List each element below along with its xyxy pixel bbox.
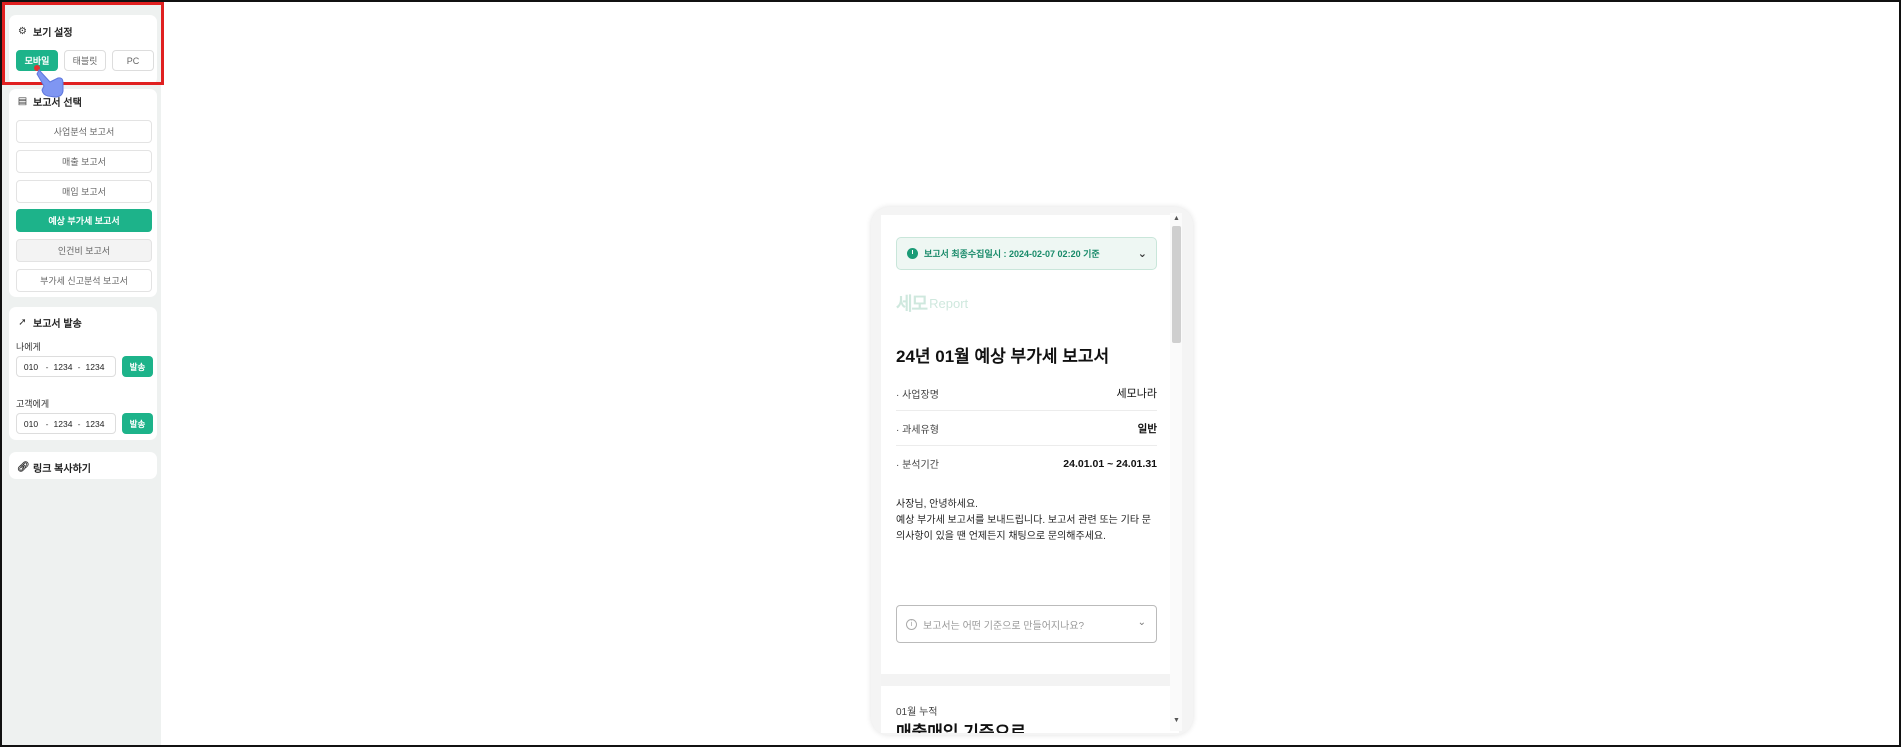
send-to-me-button[interactable]: 발송 — [122, 356, 153, 377]
phone-prefix[interactable]: 010 — [20, 362, 42, 372]
report-item-sales[interactable]: 매출 보고서 — [16, 150, 152, 173]
faq-accordion[interactable]: i 보고서는 어떤 기준으로 만들어지나요? ⌄ — [896, 605, 1157, 643]
report-title: 24년 01월 예상 부가세 보고서 — [896, 347, 1110, 366]
info-row-business-name: · 사업장명 세모나라 — [896, 376, 1157, 411]
link-copy-label: 링크 복사하기 — [33, 464, 91, 475]
scroll-thumb[interactable] — [1172, 226, 1181, 343]
report-item-labor[interactable]: 인건비 보고서 — [16, 239, 152, 262]
last-collected-banner[interactable]: 보고서 최종수집일시 : 2024-02-07 02:20 기준 ⌄ — [896, 237, 1157, 270]
send-to-customer-label: 고객에게 — [16, 399, 50, 409]
chevron-down-icon: ⌄ — [1137, 617, 1146, 628]
sidebar: ⚙ 보기 설정 모바일 태블릿 PC ▤ 보고서 선택 사업분석 보고서 매출 … — [2, 2, 161, 745]
customer-phone-input[interactable]: 010 - 1234 - 1234 — [16, 413, 116, 434]
report-item-vat-forecast[interactable]: 예상 부가세 보고서 — [16, 209, 152, 232]
report-item-purchase[interactable]: 매입 보고서 — [16, 180, 152, 203]
section-divider — [881, 674, 1179, 686]
phone-last[interactable]: 1234 — [84, 362, 106, 372]
link-copy-button[interactable]: 🔗︎ 링크 복사하기 — [9, 452, 157, 479]
phone-prefix[interactable]: 010 — [20, 419, 42, 429]
phone-middle[interactable]: 1234 — [52, 419, 74, 429]
report-item-business[interactable]: 사업분석 보고서 — [16, 120, 152, 143]
section-subtitle: 01월 누적 — [896, 707, 938, 718]
phone-middle[interactable]: 1234 — [52, 362, 74, 372]
clock-icon — [907, 248, 918, 259]
my-phone-input[interactable]: 010 - 1234 - 1234 — [16, 356, 116, 377]
section-title: 매출매입 기준으로 — [896, 723, 1026, 733]
report-logo: 세모 Report — [896, 294, 969, 314]
send-to-me-label: 나에게 — [16, 342, 41, 352]
link-icon: 🔗︎ — [17, 462, 30, 473]
chevron-down-icon: ⌄ — [1137, 248, 1147, 260]
greeting-text: 사장님, 안녕하세요. 예상 부가세 보고서를 보내드립니다. 보고서 관련 또… — [896, 499, 1152, 542]
scroll-up-arrow[interactable]: ▲ — [1172, 215, 1181, 223]
report-item-vat-filing[interactable]: 부가세 신고분석 보고서 — [16, 269, 152, 292]
info-row-period: · 분석기간 24.01.01 ~ 24.01.31 — [896, 457, 1157, 472]
preview-screen[interactable]: 보고서 최종수집일시 : 2024-02-07 02:20 기준 ⌄ 세모 Re… — [881, 215, 1179, 733]
send-to-customer-button[interactable]: 발송 — [122, 413, 153, 434]
mobile-preview-frame: 보고서 최종수집일시 : 2024-02-07 02:20 기준 ⌄ 세모 Re… — [871, 207, 1193, 735]
info-icon: i — [906, 618, 917, 630]
rocket-icon: ➚ — [18, 317, 27, 328]
report-send-title: ➚ 보고서 발송 — [18, 317, 82, 330]
phone-last[interactable]: 1234 — [84, 419, 106, 429]
highlight-box — [2, 2, 164, 85]
report-send-card: ➚ 보고서 발송 나에게 010 - 1234 - 1234 발송 고객에게 0… — [9, 307, 157, 440]
info-row-tax-type: · 과세유형 일반 — [896, 411, 1157, 446]
pointer-hand-icon — [34, 65, 64, 98]
report-list-card: ▤ 보고서 선택 사업분석 보고서 매출 보고서 매입 보고서 예상 부가세 보… — [9, 89, 157, 297]
document-icon: ▤ — [17, 96, 28, 107]
scroll-down-arrow[interactable]: ▼ — [1172, 717, 1181, 725]
